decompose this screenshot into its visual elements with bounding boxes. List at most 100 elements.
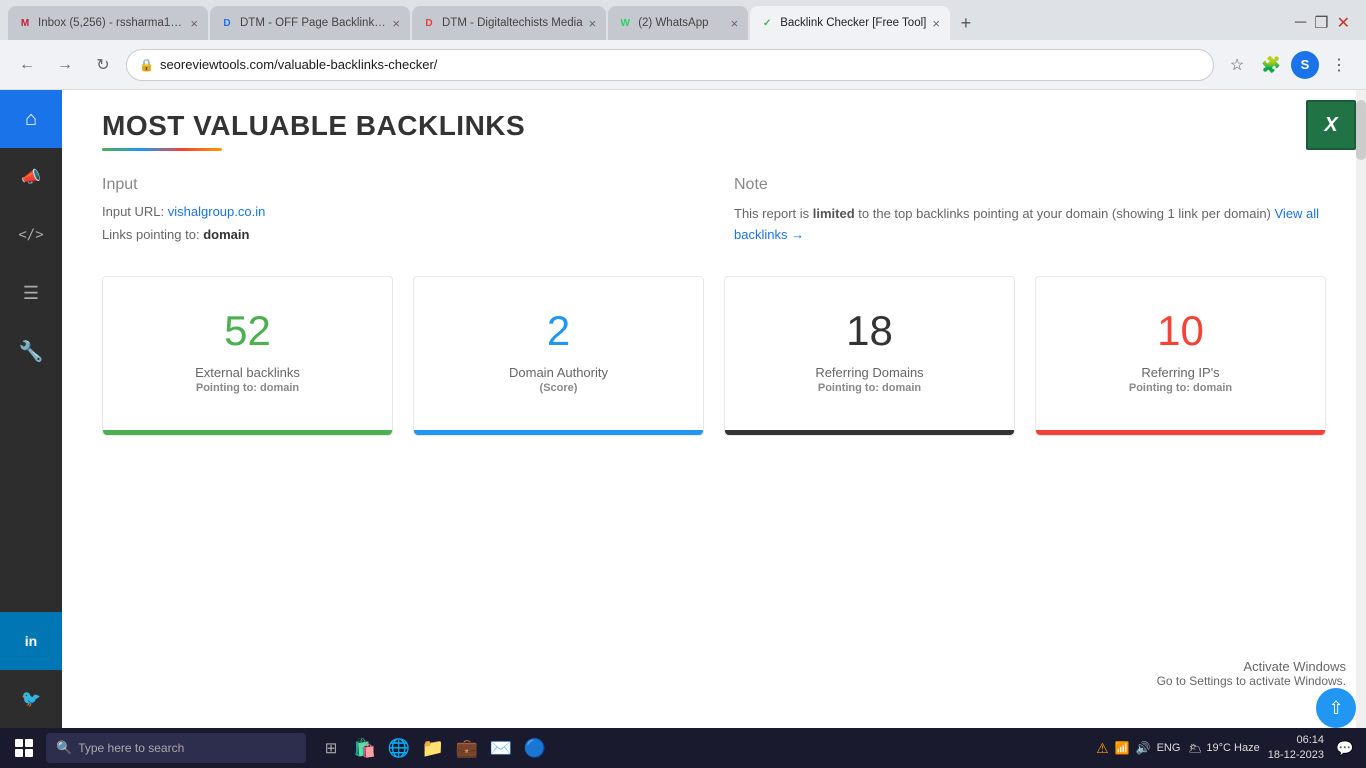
sidebar-item-list[interactable]: ☰ [0, 264, 62, 322]
activate-windows-title: Activate Windows [1157, 659, 1346, 674]
activate-windows-notice: Activate Windows Go to Settings to activ… [1157, 659, 1346, 688]
back-button[interactable]: ← [12, 50, 42, 80]
forward-button[interactable]: → [50, 50, 80, 80]
taskbar-pinned-apps: ⊞ 🛍️ 🌐 📁 💼 ✉️ 🔵 [316, 733, 550, 763]
profile-avatar: S [1291, 51, 1319, 79]
stat-card-external-backlinks: 52 External backlinks Pointing to: domai… [102, 276, 393, 436]
activate-windows-subtitle: Go to Settings to activate Windows. [1157, 674, 1346, 688]
taskbar-mail-app[interactable]: ✉️ [486, 733, 516, 763]
page-title-section: MOST VALUABLE BACKLINKS [102, 100, 1326, 156]
stat-title-domain-authority: Domain Authority [434, 365, 683, 380]
sidebar-item-twitter[interactable]: 🐦 [0, 670, 62, 728]
tab-close-backlink[interactable]: × [932, 17, 940, 30]
clock-time: 06:14 [1268, 733, 1324, 748]
note-text-bold: limited [813, 206, 855, 221]
tab-dtm1[interactable]: D DTM - OFF Page Backlinks -... × [210, 6, 410, 40]
stat-title-referring-ips: Referring IP's [1056, 365, 1305, 380]
windows-icon [15, 739, 33, 757]
input-section-label: Input [102, 176, 694, 194]
address-bar[interactable]: 🔒 seoreviewtools.com/valuable-backlinks-… [126, 49, 1214, 81]
stat-number-referring-domains: 18 [745, 307, 994, 355]
start-button[interactable] [8, 732, 40, 764]
tab-close-dtm2[interactable]: × [589, 17, 597, 30]
stat-bar-referring-domains [725, 430, 1014, 435]
stat-card-referring-ips: 10 Referring IP's Pointing to: domain [1035, 276, 1326, 436]
taskbar: 🔍 Type here to search ⊞ 🛍️ 🌐 📁 💼 ✉️ 🔵 ⚠ … [0, 728, 1366, 768]
note-text: This report is limited to the top backli… [734, 204, 1326, 246]
url-value: vishalgroup.co.in [168, 204, 266, 219]
nav-actions: ☆ 🧩 S ⋮ [1222, 50, 1354, 80]
tab-gmail[interactable]: M Inbox (5,256) - rssharma153... × [8, 6, 208, 40]
search-icon: 🔍 [56, 740, 72, 756]
title-underline [102, 148, 222, 151]
taskbar-search[interactable]: 🔍 Type here to search [46, 733, 306, 763]
extensions-button[interactable]: 🧩 [1256, 50, 1286, 80]
tab-favicon-gmail: M [18, 16, 32, 30]
page-content: ⌂ 📣 </> ☰ 🔧 in 🐦 X MOST VALUABLE BACKLIN… [0, 90, 1366, 728]
stat-title-referring-domains: Referring Domains [745, 365, 994, 380]
stat-bar-external-backlinks [103, 430, 392, 435]
excel-export-button[interactable]: X [1306, 100, 1356, 150]
taskbar-task-view[interactable]: ⊞ [316, 733, 346, 763]
stat-number-domain-authority: 2 [434, 307, 683, 355]
weather-icon: 🌥 [1188, 742, 1202, 755]
scrollbar[interactable] [1356, 90, 1366, 728]
tab-label-dtm2: DTM - Digitaltechists Media [442, 17, 583, 29]
profile-button[interactable]: S [1290, 50, 1320, 80]
tray-network-icon: 📶 [1115, 741, 1130, 755]
bookmark-button[interactable]: ☆ [1222, 50, 1252, 80]
notification-button[interactable]: 💬 [1332, 735, 1358, 761]
sidebar-item-home[interactable]: ⌂ [0, 90, 62, 148]
sidebar-item-megaphone[interactable]: 📣 [0, 148, 62, 206]
stat-subtitle-external-backlinks: Pointing to: domain [123, 382, 372, 394]
url-label: Input URL: [102, 204, 164, 219]
chevron-up-icon: ⇧ [1328, 698, 1343, 719]
excel-icon-label: X [1324, 114, 1337, 137]
stats-section: 52 External backlinks Pointing to: domai… [102, 276, 1326, 436]
tray-volume-icon: 🔊 [1136, 741, 1151, 755]
scroll-to-top-button[interactable]: ⇧ [1316, 688, 1356, 728]
stat-bar-domain-authority [414, 430, 703, 435]
minimize-button[interactable]: ─ [1295, 14, 1306, 32]
address-text: seoreviewtools.com/valuable-backlinks-ch… [160, 57, 1201, 72]
taskbar-files-app[interactable]: 📁 [418, 733, 448, 763]
megaphone-icon: 📣 [21, 167, 41, 187]
note-text-part1: This report is [734, 206, 813, 221]
tab-backlink[interactable]: ✓ Backlink Checker [Free Tool] × [750, 6, 950, 40]
sidebar-item-linkedin[interactable]: in [0, 612, 62, 670]
new-tab-button[interactable]: + [952, 9, 980, 37]
clock-date: 18-12-2023 [1268, 748, 1324, 763]
links-label: Links pointing to: [102, 227, 200, 242]
clock: 06:14 18-12-2023 [1268, 733, 1324, 764]
stat-title-external-backlinks: External backlinks [123, 365, 372, 380]
tab-dtm2[interactable]: D DTM - Digitaltechists Media × [412, 6, 606, 40]
taskbar-store-app[interactable]: 🛍️ [350, 733, 380, 763]
reload-button[interactable]: ↻ [88, 50, 118, 80]
stat-card-domain-authority: 2 Domain Authority (Score) [413, 276, 704, 436]
input-url-row: Input URL: vishalgroup.co.in [102, 204, 694, 219]
close-button[interactable]: ✕ [1337, 13, 1350, 33]
weather-widget: 🌥 19°C Haze [1188, 742, 1259, 755]
menu-button[interactable]: ⋮ [1324, 50, 1354, 80]
tab-bar: M Inbox (5,256) - rssharma153... × D DTM… [0, 0, 1366, 40]
tab-close-gmail[interactable]: × [190, 17, 198, 30]
tab-close-whatsapp[interactable]: × [731, 17, 739, 30]
taskbar-app5[interactable]: 💼 [452, 733, 482, 763]
info-section: Input Input URL: vishalgroup.co.in Links… [102, 176, 1326, 246]
taskbar-edge-app[interactable]: 🌐 [384, 733, 414, 763]
tab-label-backlink: Backlink Checker [Free Tool] [780, 17, 926, 29]
tab-label-whatsapp: (2) WhatsApp [638, 17, 724, 29]
sidebar-item-tools[interactable]: 🔧 [0, 322, 62, 380]
stat-subtitle-domain-authority: (Score) [434, 382, 683, 394]
sidebar-item-code[interactable]: </> [0, 206, 62, 264]
tab-close-dtm1[interactable]: × [392, 17, 400, 30]
links-pointing-row: Links pointing to: domain [102, 227, 694, 242]
input-section: Input Input URL: vishalgroup.co.in Links… [102, 176, 694, 246]
taskbar-chrome-app[interactable]: 🔵 [520, 733, 550, 763]
tab-whatsapp[interactable]: W (2) WhatsApp × [608, 6, 748, 40]
scroll-thumb[interactable] [1356, 100, 1366, 160]
main-content: X MOST VALUABLE BACKLINKS Input Input UR… [62, 90, 1366, 728]
window-controls: ─ ❐ ✕ [1295, 13, 1358, 33]
restore-button[interactable]: ❐ [1314, 13, 1328, 33]
nav-bar: ← → ↻ 🔒 seoreviewtools.com/valuable-back… [0, 40, 1366, 90]
